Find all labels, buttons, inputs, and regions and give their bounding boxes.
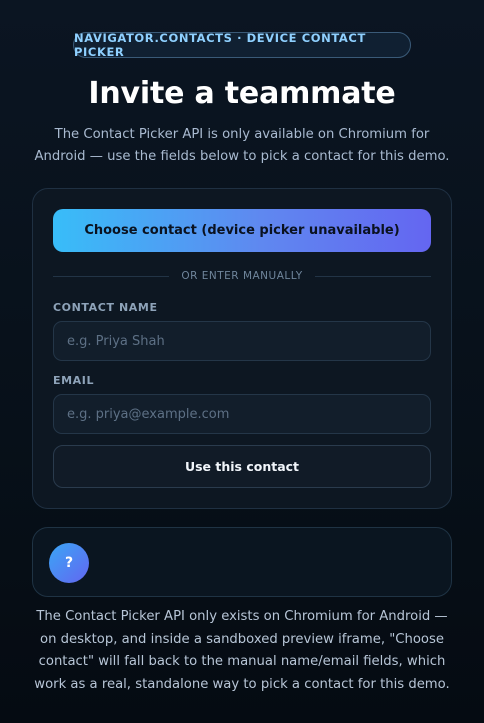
divider-line-right (314, 275, 432, 277)
contact-name-label: CONTACT NAME (53, 301, 158, 314)
divider-label: OR ENTER MANUALLY (181, 270, 303, 282)
use-contact-button[interactable]: Use this contact (53, 445, 431, 488)
contact-name-input[interactable] (53, 321, 431, 361)
api-badge: NAVIGATOR.CONTACTS · DEVICE CONTACT PICK… (73, 31, 411, 59)
email-label: EMAIL (53, 374, 95, 387)
page-subtitle: The Contact Picker API is only available… (34, 127, 450, 164)
question-mark-icon[interactable]: ? (49, 543, 89, 583)
help-card: ? (32, 527, 452, 597)
contact-card: Choose contact (device picker unavailabl… (32, 188, 452, 509)
footnote: The Contact Picker API only exists on Ch… (34, 609, 450, 692)
email-input[interactable] (53, 394, 431, 434)
choose-contact-button[interactable]: Choose contact (device picker unavailabl… (53, 209, 431, 252)
manual-entry-divider: OR ENTER MANUALLY (53, 268, 432, 284)
divider-line-left (53, 275, 170, 277)
page-title: Invite a teammate (88, 76, 396, 111)
